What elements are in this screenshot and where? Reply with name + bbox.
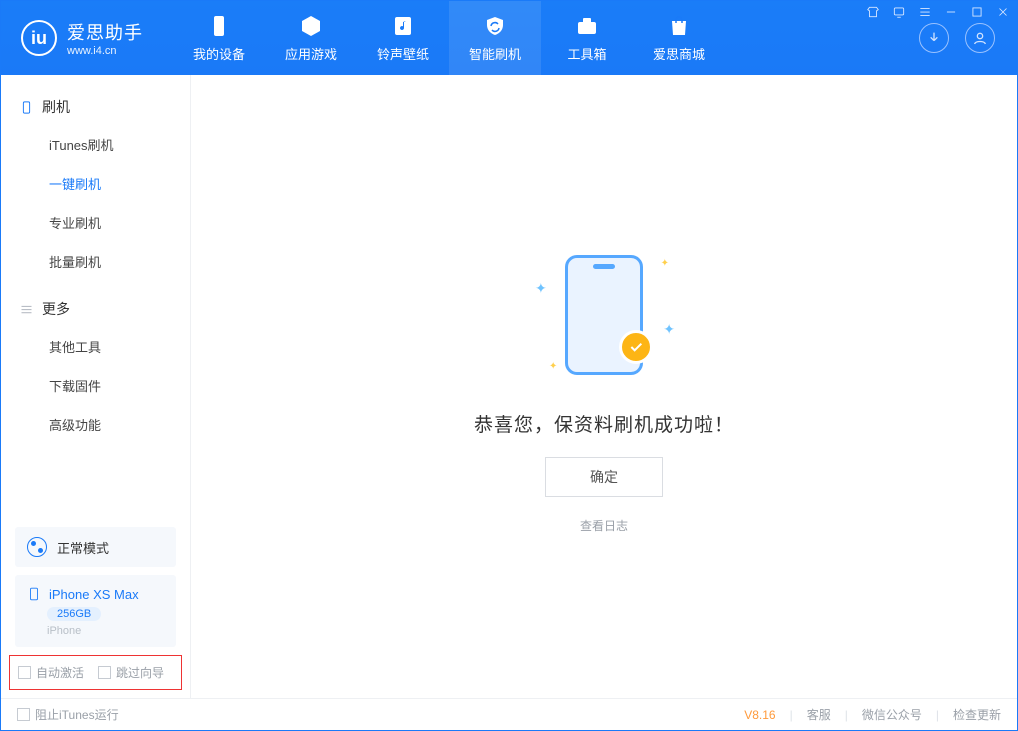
tab-label: 工具箱 (567, 44, 606, 63)
checkbox-icon (17, 708, 30, 721)
feedback-icon[interactable] (891, 5, 907, 19)
device-mode-card[interactable]: 正常模式 (15, 527, 176, 567)
tab-ringtones-wallpapers[interactable]: 铃声壁纸 (357, 1, 449, 75)
tab-label: 铃声壁纸 (377, 44, 429, 63)
device-type: iPhone (47, 625, 81, 637)
divider: | (936, 708, 939, 722)
sidebar: 刷机 iTunes刷机 一键刷机 专业刷机 批量刷机 更多 其他工具 下载固件 … (1, 75, 191, 698)
check-update-link[interactable]: 检查更新 (953, 706, 1001, 723)
tab-label: 我的设备 (193, 44, 245, 63)
tab-smart-flash[interactable]: 智能刷机 (449, 1, 541, 75)
mode-icon (27, 537, 47, 557)
shopping-bag-icon (666, 13, 692, 39)
download-button[interactable] (919, 23, 949, 53)
phone-icon (206, 13, 232, 39)
device-storage-badge: 256GB (47, 607, 101, 621)
sidebar-item-other-tools[interactable]: 其他工具 (1, 327, 190, 366)
sidebar-bottom: 正常模式 iPhone XS Max 256GB iPhone 自动激活 跳过向… (1, 519, 190, 698)
sparkle-icon: ✦ (663, 321, 675, 338)
sparkle-icon: ✦ (535, 280, 547, 297)
app-header: iu 爱思助手 www.i4.cn 我的设备 应用游戏 铃声壁纸 (1, 1, 1017, 75)
ok-button[interactable]: 确定 (545, 457, 663, 497)
sidebar-section-label: 更多 (42, 299, 70, 319)
tab-label: 应用游戏 (285, 44, 337, 63)
sidebar-item-batch-flash[interactable]: 批量刷机 (1, 242, 190, 281)
skin-icon[interactable] (865, 5, 881, 19)
tab-label: 智能刷机 (469, 44, 521, 63)
checkbox-label: 自动激活 (36, 666, 84, 680)
cube-icon (298, 13, 324, 39)
app-body: 刷机 iTunes刷机 一键刷机 专业刷机 批量刷机 更多 其他工具 下载固件 … (1, 75, 1017, 698)
flash-options-box: 自动激活 跳过向导 (9, 655, 182, 690)
music-note-icon (390, 13, 416, 39)
window-controls (865, 5, 1011, 19)
checkbox-icon (98, 666, 111, 679)
device-outline-icon (19, 100, 34, 115)
tab-apps-games[interactable]: 应用游戏 (265, 1, 357, 75)
checkbox-icon (18, 666, 31, 679)
version-label: V8.16 (744, 708, 775, 722)
toolbox-icon (574, 13, 600, 39)
checkbox-label: 跳过向导 (116, 666, 164, 680)
brand-logo: iu 爱思助手 www.i4.cn (21, 19, 143, 57)
device-card[interactable]: iPhone XS Max 256GB iPhone (15, 575, 176, 647)
sparkle-icon: ✦ (661, 258, 669, 269)
sidebar-item-advanced[interactable]: 高级功能 (1, 405, 190, 444)
sparkle-icon: ✦ (549, 361, 557, 372)
tab-toolbox[interactable]: 工具箱 (541, 1, 633, 75)
maximize-button[interactable] (969, 5, 985, 19)
success-message: 恭喜您，保资料刷机成功啦！ (474, 410, 734, 437)
support-link[interactable]: 客服 (807, 706, 831, 723)
device-name: iPhone XS Max (49, 587, 139, 602)
sidebar-section-label: 刷机 (42, 97, 70, 117)
tab-label: 爱思商城 (653, 44, 705, 63)
list-icon (19, 302, 34, 317)
account-button[interactable] (965, 23, 995, 53)
success-illustration: ✦ ✦ ✦ ✦ (529, 240, 679, 390)
minimize-button[interactable] (943, 5, 959, 19)
sidebar-section-flash: 刷机 (1, 89, 190, 125)
sidebar-section-more: 更多 (1, 291, 190, 327)
main-tabs: 我的设备 应用游戏 铃声壁纸 智能刷机 工具箱 (173, 1, 725, 75)
divider: | (845, 708, 848, 722)
menu-icon[interactable] (917, 5, 933, 19)
sidebar-item-itunes-flash[interactable]: iTunes刷机 (1, 125, 190, 164)
close-button[interactable] (995, 5, 1011, 19)
check-badge-icon (619, 330, 653, 364)
view-log-link[interactable]: 查看日志 (580, 517, 628, 534)
device-mode-label: 正常模式 (57, 538, 109, 557)
checkbox-auto-activate[interactable]: 自动激活 (18, 664, 84, 681)
tab-aisi-store[interactable]: 爱思商城 (633, 1, 725, 75)
sidebar-item-oneclick-flash[interactable]: 一键刷机 (1, 164, 190, 203)
phone-outline-icon (27, 585, 41, 603)
logo-icon: iu (21, 20, 57, 56)
tab-my-device[interactable]: 我的设备 (173, 1, 265, 75)
wechat-link[interactable]: 微信公众号 (862, 706, 922, 723)
status-bar: 阻止iTunes运行 V8.16 | 客服 | 微信公众号 | 检查更新 (1, 698, 1017, 730)
sidebar-item-pro-flash[interactable]: 专业刷机 (1, 203, 190, 242)
brand-name: 爱思助手 (67, 19, 143, 45)
sidebar-item-download-firmware[interactable]: 下载固件 (1, 366, 190, 405)
divider: | (790, 708, 793, 722)
checkbox-label: 阻止iTunes运行 (35, 708, 119, 722)
checkbox-skip-guide[interactable]: 跳过向导 (98, 664, 164, 681)
checkbox-block-itunes[interactable]: 阻止iTunes运行 (17, 706, 119, 723)
header-actions (919, 23, 1007, 53)
brand-url: www.i4.cn (67, 45, 143, 57)
refresh-shield-icon (482, 13, 508, 39)
main-content: ✦ ✦ ✦ ✦ 恭喜您，保资料刷机成功啦！ 确定 查看日志 (191, 75, 1017, 698)
